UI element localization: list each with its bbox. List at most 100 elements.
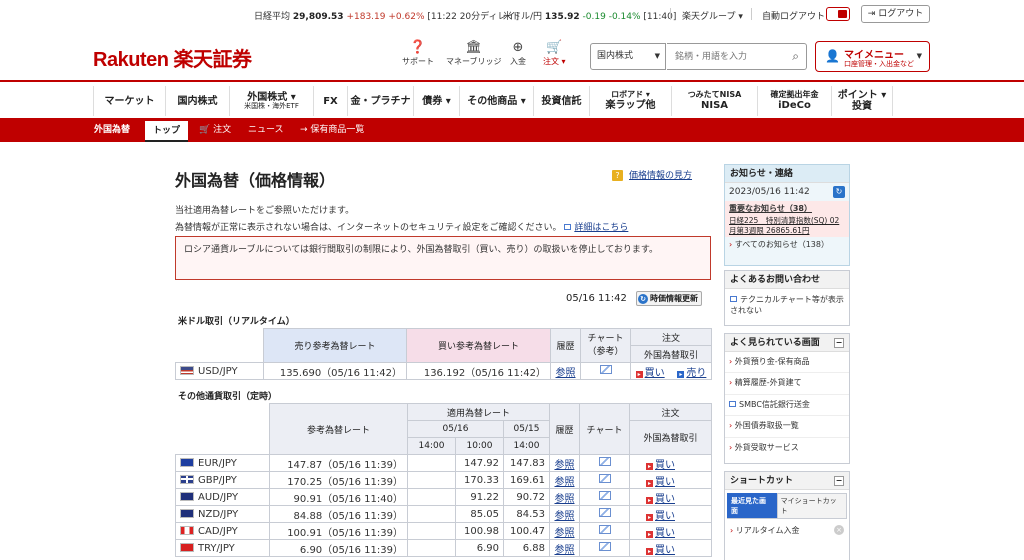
search-icon[interactable]: ⌕ [792,49,799,64]
notice-item-link[interactable]: 日経225 特別清算指数(SQ) 02月第3週限 26865.61円 [729,214,845,236]
order-link[interactable]: 🛒 注文 ▾ [543,40,566,67]
buy-link[interactable]: ▸ 買い [646,494,675,505]
money-bridge-link[interactable]: 🏛 マネーブリッジ [446,40,502,67]
top-ticker-bar: 日経平均 29,809.53 +183.19 +0.62% [11:22 20分… [0,0,1024,30]
currency-cell: AUD/JPY [175,488,270,506]
nav-fx[interactable]: FX [313,86,347,116]
rate-cell: 6.88 [503,539,550,557]
shortcut-panel: ショートカット − 最近見た画面 マイショートカット › リアルタイム入金 × [724,471,850,560]
popular-item[interactable]: › 外国債券取扱一覧 [725,416,849,438]
buy-usd-link[interactable]: ▸ 買い [635,368,665,379]
logout-button[interactable]: ⇥ ログアウト [861,5,930,23]
refresh-prices-button[interactable]: ↻ 時価情報更新 [636,291,702,306]
popular-item[interactable]: SMBC信託銀行送金 [725,395,849,417]
chart-icon[interactable] [598,525,611,534]
history-link[interactable]: 参照 [555,528,575,539]
popular-item[interactable]: › 外貨受取サービス [725,438,849,458]
ref-rate-header: 参考為替レート [269,403,408,455]
table-row: USD/JPY 135.690（05/16 11:42） 136.192（05/… [175,362,712,380]
tab-my-shortcuts[interactable]: マイショートカット [776,493,847,518]
nav-gold-platinum[interactable]: 金・プラチナ [347,86,413,116]
time-header: 10:00 [455,437,504,455]
popular-item[interactable]: › 精算履歴-外貨建て [725,373,849,395]
table-row: EUR/JPY 147.87（05/16 11:39） 147.92 147.83 参照… [175,454,712,472]
other-currency-table: 参考為替レート 適用為替レート 履歴 チャート 注文 05/16 05/15 外… [175,403,712,557]
all-notices-link[interactable]: › すべてのお知らせ（138） [725,239,849,250]
buy-icon: ▸ [646,479,653,487]
history-link[interactable]: 参照 [556,368,576,379]
nav-robo-advisor[interactable]: ロボアド ▾ 楽ラップ他 [589,86,671,116]
nav-point-investment[interactable]: ポイント ▾ 投資 [831,86,893,116]
faq-item[interactable]: テクニカルチャート等が表示されない [725,289,849,319]
nav-foreign-stocks[interactable]: 外国株式 ▾ 米国株・海外ETF [229,86,313,116]
deposit-link[interactable]: ⊕ 入金 [510,40,526,67]
auto-logout-label: 自動ログアウト [762,12,826,22]
chart-icon[interactable] [598,542,611,551]
nav-ideco[interactable]: 確定拠出年金 iDeCo [757,86,831,116]
faq-panel: よくあるお問い合わせ テクニカルチャート等が表示されない [724,270,850,326]
chart-icon[interactable] [598,508,611,517]
buy-icon: ▸ [646,530,653,538]
important-notice-link[interactable]: 重要なお知らせ（38） [729,203,845,214]
buy-rate-header: 買い参考為替レート [406,328,551,363]
history-link[interactable]: 参照 [555,460,575,471]
external-link-icon [729,400,736,407]
blank-header [175,328,264,363]
buy-link[interactable]: ▸ 買い [646,528,675,539]
rakuten-group-menu[interactable]: 楽天グループ ▾ [682,9,743,22]
nav-other-products[interactable]: その他商品 ▾ [459,86,533,116]
sell-rate-cell: 135.690（05/16 11:42） [263,362,407,380]
close-icon[interactable]: × [834,525,844,535]
search-input[interactable] [667,44,777,69]
eu-flag-icon [180,457,194,467]
currency-cell: GBP/JPY [175,471,270,489]
rakuten-logo[interactable]: Rakuten 楽天証券 [93,43,252,72]
tab-order[interactable]: 🛒 注文 [199,118,231,142]
popular-item[interactable]: › 外貨預り金-保有商品 [725,352,849,374]
mymenu-button[interactable]: 👤 マイメニュー 口座管理・入出金など ▼ [815,41,930,72]
buy-link[interactable]: ▸ 買い [646,460,675,471]
history-link[interactable]: 参照 [555,545,575,556]
nav-market[interactable]: マーケット [93,86,165,116]
usdjpy-ticker: 米ドル/円 135.92 -0.19 -0.14% [11:40] [503,9,676,22]
history-header: 履歴 [550,328,581,363]
user-icon: 👤 [825,49,840,63]
price-info-help-link[interactable]: ? 価格情報の見方 [612,168,692,181]
shortcut-item[interactable]: › リアルタイム入金 × [727,518,847,542]
details-link[interactable]: 詳細はこちら [574,223,628,233]
nav-bonds[interactable]: 債券 ▾ [413,86,459,116]
currency-cell: TRY/JPY [175,539,270,557]
nav-nisa[interactable]: つみたてNISA NISA [671,86,757,116]
chart-icon[interactable] [598,491,611,500]
collapse-icon[interactable]: − [834,476,844,486]
nikkei-ticker: 日経平均 29,809.53 +183.19 +0.62% [11:22 20分… [254,9,519,22]
history-link[interactable]: 参照 [555,477,575,488]
auto-logout-toggle[interactable] [826,7,850,21]
tab-recent[interactable]: 最近見た画面 [727,493,777,518]
buy-link[interactable]: ▸ 買い [646,545,675,556]
subnav-category[interactable]: 外国為替 [94,118,130,142]
support-link[interactable]: ❓ サポート [402,40,434,67]
buy-link[interactable]: ▸ 買い [646,511,675,522]
nav-mutual-funds[interactable]: 投資信託 [533,86,589,116]
sell-usd-link[interactable]: ▸ 売り [677,368,706,379]
tab-news[interactable]: ニュース [248,118,284,142]
nav-domestic-stocks[interactable]: 国内株式 [165,86,229,116]
collapse-icon[interactable]: − [834,338,844,348]
tab-holdings[interactable]: → 保有商品一覧 [300,118,364,142]
table-row: AUD/JPY 90.91（05/16 11:40） 91.22 90.72 参照 ▸ 買い [175,488,712,506]
market-select[interactable]: 国内株式 ▼ [590,43,666,70]
chart-icon[interactable] [598,474,611,483]
refresh-icon[interactable]: ↻ [833,186,845,198]
ref-rate-cell: 90.91（05/16 11:40） [269,488,408,506]
history-link[interactable]: 参照 [555,511,575,522]
chart-icon[interactable] [598,457,611,466]
time-header: 14:00 [503,437,550,455]
important-notice-box: 重要なお知らせ（38） 日経225 特別清算指数(SQ) 02月第3週限 268… [725,200,849,238]
buy-link[interactable]: ▸ 買い [646,477,675,488]
history-link[interactable]: 参照 [555,494,575,505]
notice-panel: お知らせ・連絡 2023/05/16 11:42 ↻ 重要なお知らせ（38） 日経… [724,164,850,266]
popular-title: よく見られている画面 − [725,334,849,352]
tab-top[interactable]: トップ [145,121,189,142]
chart-icon[interactable] [599,365,612,374]
